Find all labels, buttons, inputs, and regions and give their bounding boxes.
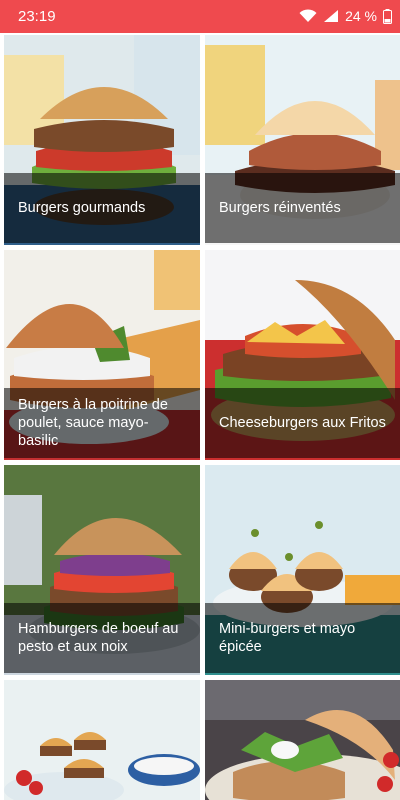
battery-percent: 24 % [345,8,377,24]
recipe-card-title: Mini-burgers et mayo épicée [205,603,400,673]
status-icons: 24 % [299,8,392,24]
battery-icon [383,8,392,24]
recipe-card[interactable]: Burgers gourmands [4,35,200,245]
burger-photo [205,680,400,800]
wifi-icon [299,9,317,22]
burger-photo [4,680,200,800]
recipe-grid: Burgers gourmands Burgers réinventés Bur… [0,33,400,800]
recipe-card[interactable]: Burgers réinventés [205,35,400,245]
recipe-card-title: Burgers réinventés [205,173,400,243]
recipe-card[interactable]: Mini-burgers et mayo épicée [205,465,400,675]
recipe-card[interactable]: Burgers à la poitrine de poulet, sauce m… [4,250,200,460]
status-time: 23:19 [18,8,56,25]
recipe-card-title: Burgers à la poitrine de poulet, sauce m… [4,388,200,458]
signal-icon [324,10,339,22]
status-bar: 23:19 24 % [0,0,400,33]
recipe-card[interactable] [4,680,200,800]
recipe-card[interactable]: Cheeseburgers aux Fritos [205,250,400,460]
recipe-card-title: Burgers gourmands [4,173,200,243]
recipe-card-title: Cheeseburgers aux Fritos [205,388,400,458]
recipe-card[interactable]: Hamburgers de boeuf au pesto et aux noix [4,465,200,675]
recipe-card[interactable] [205,680,400,800]
recipe-card-title: Hamburgers de boeuf au pesto et aux noix [4,603,200,673]
